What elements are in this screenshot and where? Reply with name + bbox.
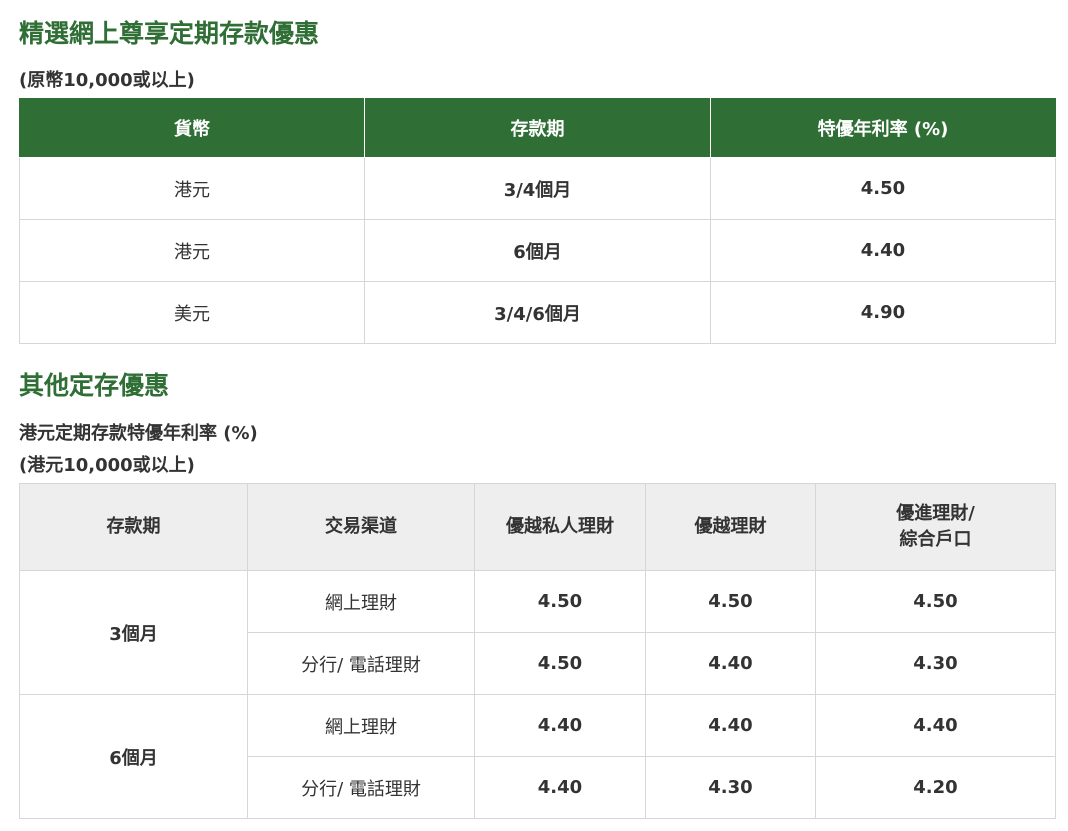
currency-cell: 美元 bbox=[19, 281, 365, 344]
section-title-other-offers: 其他定存優惠 bbox=[19, 371, 170, 400]
header-line-1: 優進理財/ bbox=[896, 503, 975, 524]
rate-cell: 4.50 bbox=[815, 570, 1056, 633]
rate-cell: 4.50 bbox=[710, 157, 1056, 220]
currency-cell: 港元 bbox=[19, 219, 365, 282]
term-cell: 6個月 bbox=[19, 694, 248, 819]
rate-cell: 4.90 bbox=[710, 281, 1056, 344]
table-row: 港元 6個月 4.40 bbox=[19, 219, 1056, 282]
column-header-term: 存款期 bbox=[19, 483, 248, 571]
minimum-deposit-note: (原幣10,000或以上) bbox=[19, 70, 195, 91]
table-row: 3個月 網上理財 4.50 4.50 4.50 bbox=[19, 570, 1056, 695]
rate-cell: 4.40 bbox=[645, 632, 816, 695]
rate-cell: 4.40 bbox=[710, 219, 1056, 282]
column-header-premier-private: 優越私人理財 bbox=[474, 483, 646, 571]
table-row: 美元 3/4/6個月 4.90 bbox=[19, 281, 1056, 344]
term-cell: 3個月 bbox=[19, 570, 248, 695]
online-offer-table: 貨幣 存款期 特優年利率 (%) 港元 3/4個月 4.50 港元 6個月 4.… bbox=[19, 98, 1056, 344]
column-header-channel: 交易渠道 bbox=[247, 483, 475, 571]
rate-cell: 4.20 bbox=[815, 756, 1056, 819]
rate-cell: 4.50 bbox=[645, 570, 816, 633]
rate-cell: 4.40 bbox=[474, 756, 646, 819]
channel-cell: 分行/ 電話理財 bbox=[247, 632, 475, 695]
rate-cell: 4.40 bbox=[474, 694, 646, 757]
table-row: 港元 3/4個月 4.50 bbox=[19, 157, 1056, 220]
rate-cell: 4.50 bbox=[474, 632, 646, 695]
column-header-premier: 優越理財 bbox=[645, 483, 816, 571]
column-header-advance-integrated: 優進理財/ 綜合戶口 bbox=[815, 483, 1056, 571]
term-cell: 3/4/6個月 bbox=[364, 281, 711, 344]
column-header-currency: 貨幣 bbox=[19, 98, 365, 158]
column-header-rate: 特優年利率 (%) bbox=[710, 98, 1056, 158]
column-header-term: 存款期 bbox=[364, 98, 711, 158]
term-cell: 3/4個月 bbox=[364, 157, 711, 220]
channel-cell: 網上理財 bbox=[247, 694, 475, 757]
rate-cell: 4.30 bbox=[645, 756, 816, 819]
table-header-row: 貨幣 存款期 特優年利率 (%) bbox=[19, 98, 1056, 158]
rate-cell: 4.50 bbox=[474, 570, 646, 633]
table-row: 6個月 網上理財 4.40 4.40 4.40 bbox=[19, 694, 1056, 819]
header-line-2: 綜合戶口 bbox=[899, 529, 972, 550]
channel-cell: 分行/ 電話理財 bbox=[247, 756, 475, 819]
currency-cell: 港元 bbox=[19, 157, 365, 220]
rate-cell: 4.40 bbox=[645, 694, 816, 757]
hkd-rate-subtitle: 港元定期存款特優年利率 (%) bbox=[19, 423, 258, 444]
rate-cell: 4.30 bbox=[815, 632, 1056, 695]
channel-cell: 網上理財 bbox=[247, 570, 475, 633]
hkd-rates-table: 存款期 交易渠道 優越私人理財 優越理財 優進理財/ 綜合戶口 3個月 網上理財… bbox=[19, 483, 1056, 819]
section-title-online-offer: 精選網上尊享定期存款優惠 bbox=[19, 19, 320, 48]
table-header-row: 存款期 交易渠道 優越私人理財 優越理財 優進理財/ 綜合戶口 bbox=[19, 483, 1056, 571]
hkd-minimum-note: (港元10,000或以上) bbox=[19, 455, 195, 476]
rate-cell: 4.40 bbox=[815, 694, 1056, 757]
term-cell: 6個月 bbox=[364, 219, 711, 282]
